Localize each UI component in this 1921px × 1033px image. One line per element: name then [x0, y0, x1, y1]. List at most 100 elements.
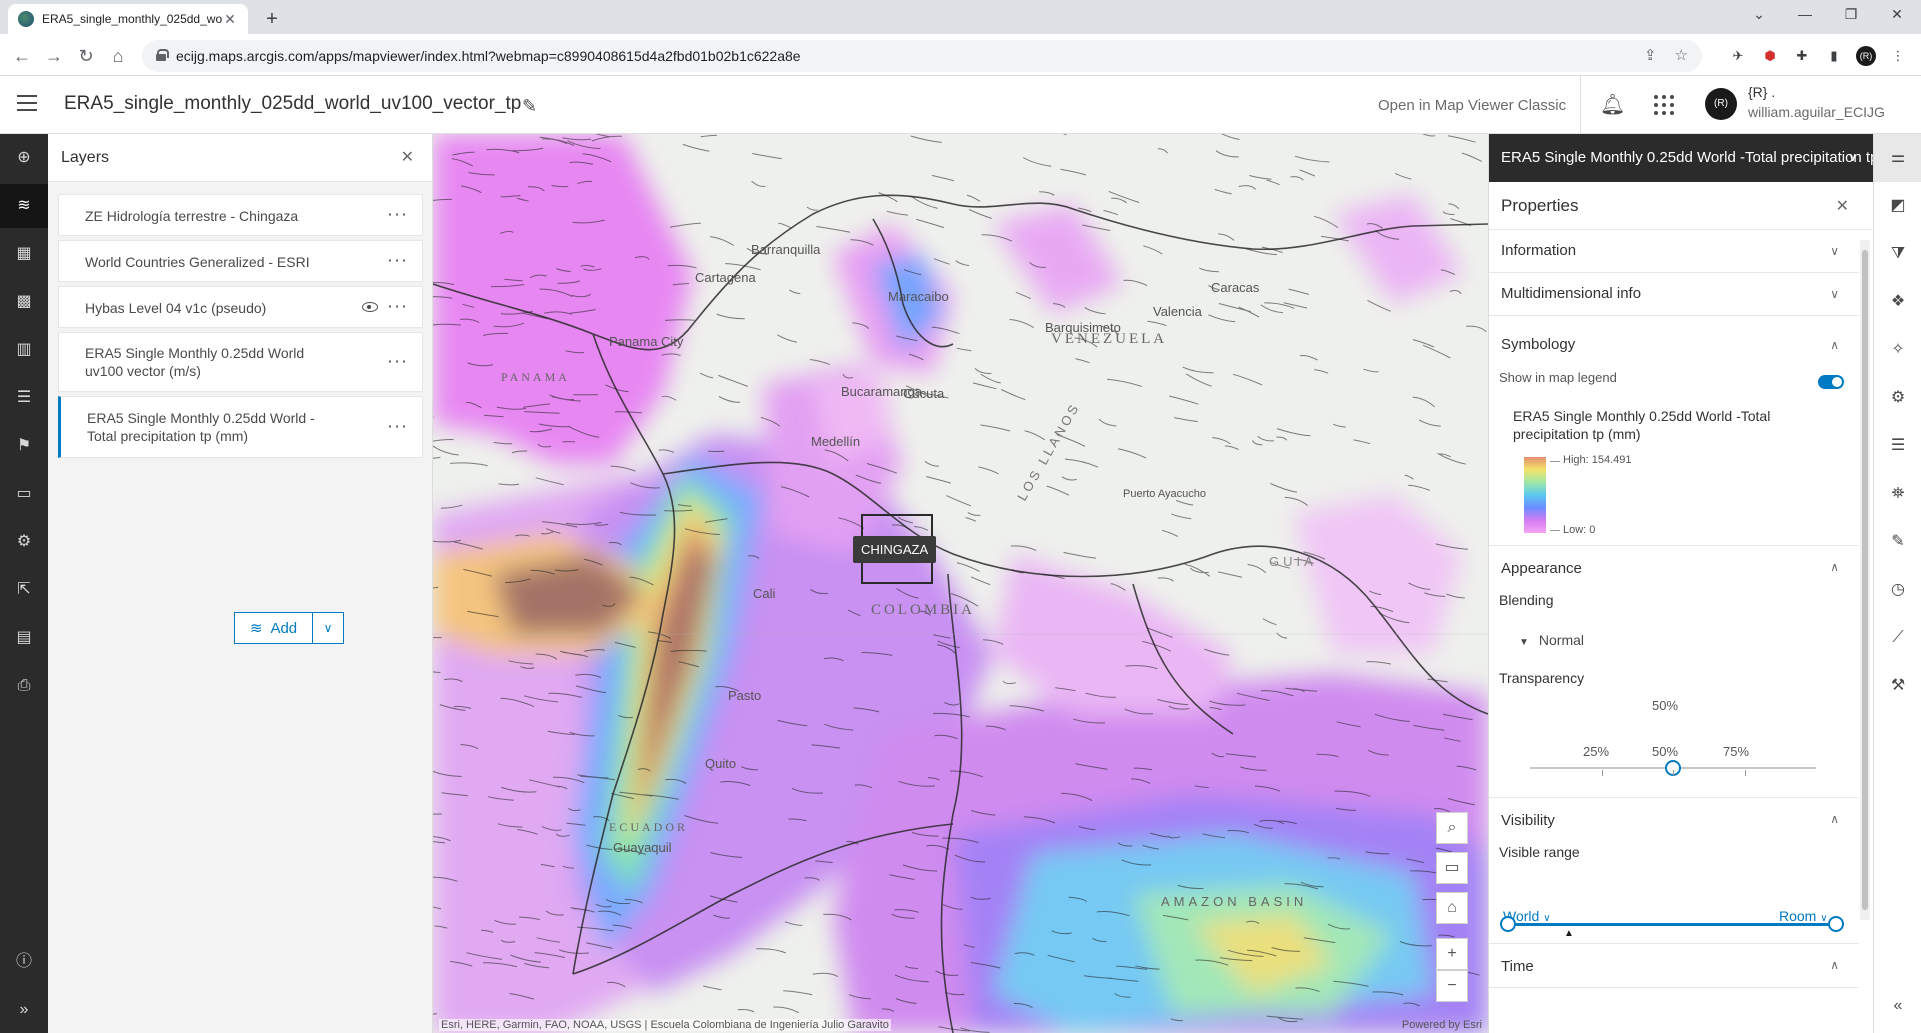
expand-icon[interactable]: »: [0, 988, 48, 1032]
layer-item-world-countries[interactable]: World Countries Generalized - ESRI ···: [58, 240, 423, 282]
section-label[interactable]: Visibility: [1501, 812, 1555, 829]
puzzle-icon[interactable]: ✚: [1792, 46, 1812, 66]
powered-by[interactable]: Powered by Esri: [1402, 1019, 1482, 1031]
visibility-eye-icon[interactable]: [362, 302, 378, 312]
basemap-icon[interactable]: ▩: [0, 280, 48, 324]
hamburger-menu-icon[interactable]: [17, 95, 37, 111]
layer-item-total-precipitation[interactable]: ERA5 Single Monthly 0.25dd World - Total…: [58, 396, 423, 458]
add-layer-button[interactable]: ≋ Add ∨: [234, 612, 344, 644]
folder-icon[interactable]: ▭: [0, 472, 48, 516]
visible-range-track[interactable]: [1508, 923, 1836, 926]
layer-item-chingaza[interactable]: ZE Hidrología terrestre - Chingaza ···: [58, 194, 423, 236]
home-button[interactable]: ⌂: [104, 42, 132, 70]
add-dropdown-chevron-icon[interactable]: ∨: [313, 621, 343, 635]
layers-icon[interactable]: ≋: [0, 184, 48, 228]
time-icon[interactable]: ◷: [1874, 566, 1921, 614]
share-icon[interactable]: ⇱: [0, 568, 48, 612]
home-icon[interactable]: ⌂: [1436, 892, 1468, 924]
bookmarks-icon[interactable]: ⚑: [0, 424, 48, 468]
section-time[interactable]: Time ∧: [1489, 944, 1859, 988]
profile-icon[interactable]: (R): [1856, 46, 1876, 66]
close-icon[interactable]: ✕: [1836, 196, 1849, 216]
more-options-icon[interactable]: ···: [387, 203, 408, 224]
print-icon[interactable]: ⎙: [0, 664, 48, 708]
sketch-icon[interactable]: ✎: [1874, 518, 1921, 566]
scrollbar-thumb[interactable]: [1862, 250, 1868, 910]
filter-icon[interactable]: ⧩: [1874, 230, 1921, 278]
pop-up-icon[interactable]: ✧: [1874, 326, 1921, 374]
properties-title-bar: Properties ✕: [1489, 182, 1873, 230]
info-icon[interactable]: ⓘ: [0, 940, 48, 984]
section-label[interactable]: Appearance: [1501, 560, 1582, 577]
styles-icon[interactable]: ◩: [1874, 182, 1921, 230]
avatar[interactable]: (R): [1705, 88, 1737, 120]
tools-icon[interactable]: ⚒: [1874, 662, 1921, 710]
section-multidimensional[interactable]: Multidimensional info ∨: [1489, 273, 1859, 316]
back-button[interactable]: ←: [8, 42, 36, 70]
raster-functions-icon[interactable]: ⚙: [1874, 374, 1921, 422]
map-view[interactable]: VENEZUELA COLOMBIA PANAMA ECUADOR Maraca…: [433, 134, 1488, 1033]
properties-scrollbar[interactable]: [1860, 240, 1870, 920]
section-information[interactable]: Information ∨: [1489, 230, 1859, 273]
more-options-icon[interactable]: ···: [387, 415, 408, 436]
range-min-thumb[interactable]: [1500, 916, 1516, 932]
collapse-icon[interactable]: «: [1874, 982, 1921, 1030]
more-options-icon[interactable]: ···: [387, 295, 408, 316]
minimize-button[interactable]: —: [1782, 0, 1828, 30]
layer-selector-label: ERA5 Single Monthly 0.25dd World -Total …: [1501, 149, 1873, 166]
chevron-up-icon[interactable]: ∧: [1830, 560, 1839, 574]
sidebar-icon[interactable]: ▮: [1824, 46, 1844, 66]
settings-gear-icon[interactable]: ⚙: [0, 520, 48, 564]
legend-icon[interactable]: ☰: [0, 376, 48, 420]
table-icon[interactable]: ▦: [0, 232, 48, 276]
close-window-button[interactable]: ✕: [1874, 0, 1920, 30]
more-menu-icon[interactable]: ⋮: [1888, 46, 1908, 66]
zoom-out-button[interactable]: −: [1436, 970, 1468, 1002]
apps-icon[interactable]: ▤: [0, 616, 48, 660]
extension-icon[interactable]: ✈: [1728, 46, 1748, 66]
browser-tab[interactable]: ERA5_single_monthly_025dd_wo ✕: [8, 4, 248, 34]
search-icon[interactable]: ⌕: [1436, 812, 1468, 844]
blending-select[interactable]: ▼ Normal: [1519, 632, 1584, 648]
forward-button[interactable]: →: [40, 42, 68, 70]
chevron-down-icon: ∨: [1848, 150, 1857, 164]
more-options-icon[interactable]: ···: [387, 249, 408, 270]
chevron-up-icon[interactable]: ∧: [1830, 812, 1839, 826]
app-header: ERA5_single_monthly_025dd_world_uv100_ve…: [0, 76, 1921, 134]
range-max-thumb[interactable]: [1828, 916, 1844, 932]
range-max-select[interactable]: Room ∨: [1779, 908, 1828, 924]
more-options-icon[interactable]: ···: [387, 350, 408, 371]
charts-icon[interactable]: ▥: [0, 328, 48, 372]
adblock-icon[interactable]: ⬢: [1760, 46, 1780, 66]
layer-selector[interactable]: ERA5 Single Monthly 0.25dd World -Total …: [1489, 134, 1873, 182]
reload-button[interactable]: ↻: [72, 42, 100, 70]
add-layer-icon[interactable]: ⊕: [0, 136, 48, 180]
section-label[interactable]: Symbology: [1501, 336, 1575, 353]
measure-icon[interactable]: ⟋: [1874, 614, 1921, 662]
notification-bell-icon[interactable]: 🔔︎: [1600, 92, 1625, 117]
screen-icon[interactable]: ▭: [1436, 852, 1468, 884]
legend-toggle[interactable]: [1818, 375, 1844, 389]
open-classic-link[interactable]: Open in Map Viewer Classic: [1378, 97, 1566, 114]
chevron-down-icon[interactable]: ⌄: [1736, 0, 1782, 30]
fields-icon[interactable]: ☰: [1874, 422, 1921, 470]
app-launcher-icon[interactable]: [1654, 95, 1674, 115]
bookmark-star-icon[interactable]: ☆: [1675, 46, 1688, 64]
zoom-in-button[interactable]: +: [1436, 938, 1468, 970]
labels-icon[interactable]: ⛯: [1874, 470, 1921, 518]
restore-button[interactable]: ❐: [1828, 0, 1874, 30]
tick-75: 75%: [1723, 744, 1750, 759]
new-tab-button[interactable]: +: [258, 6, 286, 32]
effects-icon[interactable]: ❖: [1874, 278, 1921, 326]
url-field[interactable]: ecijg.maps.arcgis.com/apps/mapviewer/ind…: [142, 40, 1702, 72]
share-icon[interactable]: ⇪: [1644, 46, 1657, 64]
globe-icon: [18, 11, 34, 27]
close-tab-icon[interactable]: ✕: [222, 11, 238, 28]
layer-item-hybas[interactable]: Hybas Level 04 v1c (pseudo) ···: [58, 286, 423, 328]
close-icon[interactable]: ✕: [401, 147, 414, 167]
chevron-up-icon[interactable]: ∧: [1830, 338, 1839, 352]
layer-item-uv100[interactable]: ERA5 Single Monthly 0.25dd World uv100 v…: [58, 332, 423, 392]
transparency-label: Transparency: [1499, 670, 1585, 686]
properties-icon[interactable]: ⚌: [1874, 134, 1921, 182]
edit-pencil-icon[interactable]: ✎: [522, 96, 537, 117]
